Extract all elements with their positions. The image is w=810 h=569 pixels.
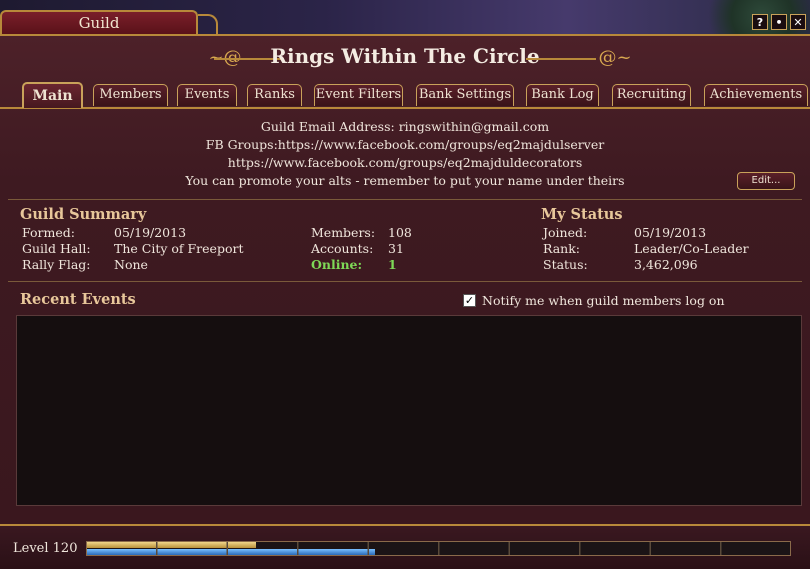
notify-checkbox[interactable]: ✓ (463, 294, 476, 307)
rank-value: Leader/Co-Leader (634, 241, 749, 256)
joined-value: 05/19/2013 (634, 225, 707, 240)
motd-line: You can promote your alts - remember to … (185, 173, 625, 188)
close-button[interactable]: ✕ (790, 14, 806, 30)
accounts-value: 31 (388, 241, 404, 256)
recent-events-list[interactable] (16, 315, 802, 506)
tab-ranks[interactable]: Ranks (247, 84, 302, 106)
members-value: 108 (388, 225, 412, 240)
divider (8, 281, 802, 282)
tab-bank-log[interactable]: Bank Log (526, 84, 599, 106)
right-scroll-ornament-icon: @~ (598, 47, 632, 68)
notify-label[interactable]: Notify me when guild members log on (482, 293, 725, 308)
rank-label: Rank: (543, 241, 580, 256)
divider (8, 199, 802, 200)
rally-flag-label: Rally Flag: (22, 257, 91, 272)
motd-line: Guild Email Address: ringswithin@gmail.c… (260, 119, 550, 134)
window-title[interactable]: Guild (0, 10, 198, 34)
formed-value: 05/19/2013 (114, 225, 187, 240)
members-label: Members: (311, 225, 376, 240)
my-status-heading: My Status (541, 206, 623, 223)
tab-achievements[interactable]: Achievements (704, 84, 808, 106)
guild-window: Guild ? • ✕ ~@ Rings Within The Circle @… (0, 0, 810, 569)
message-of-the-day: Guild Email Address: ringswithin@gmail.c… (0, 118, 810, 190)
guild-name: Rings Within The Circle (270, 44, 540, 68)
xp-ticks (87, 542, 790, 555)
recent-events-heading: Recent Events (20, 291, 136, 308)
motd-line: FB Groups:https://www.facebook.com/group… (205, 137, 605, 152)
guild-summary-heading: Guild Summary (20, 206, 147, 223)
level-label: Level 120 (13, 541, 78, 556)
guild-hall-label: Guild Hall: (22, 241, 91, 256)
tab-bank-settings[interactable]: Bank Settings (416, 84, 514, 106)
options-button[interactable]: • (771, 14, 787, 30)
online-label: Online: (311, 257, 363, 272)
tab-main[interactable]: Main (22, 82, 83, 108)
joined-label: Joined: (543, 225, 588, 240)
guild-hall-value: The City of Freeport (114, 241, 244, 256)
tab-members[interactable]: Members (93, 84, 168, 106)
formed-label: Formed: (22, 225, 75, 240)
status-label: Status: (543, 257, 588, 272)
motd-line: https://www.facebook.com/groups/eq2majdu… (227, 155, 583, 170)
tab-event-filters[interactable]: Event Filters (314, 84, 403, 106)
experience-bar (86, 541, 791, 556)
title-ornament (198, 14, 218, 34)
rally-flag-value: None (114, 257, 148, 272)
help-button[interactable]: ? (752, 14, 768, 30)
accounts-label: Accounts: (311, 241, 374, 256)
tab-recruiting[interactable]: Recruiting (612, 84, 691, 106)
status-value: 3,462,096 (634, 257, 698, 272)
tab-events[interactable]: Events (177, 84, 237, 106)
window-controls: ? • ✕ (752, 14, 806, 30)
online-value: 1 (388, 257, 397, 272)
edit-motd-button[interactable]: Edit... (737, 172, 795, 190)
tab-baseline (0, 107, 810, 109)
